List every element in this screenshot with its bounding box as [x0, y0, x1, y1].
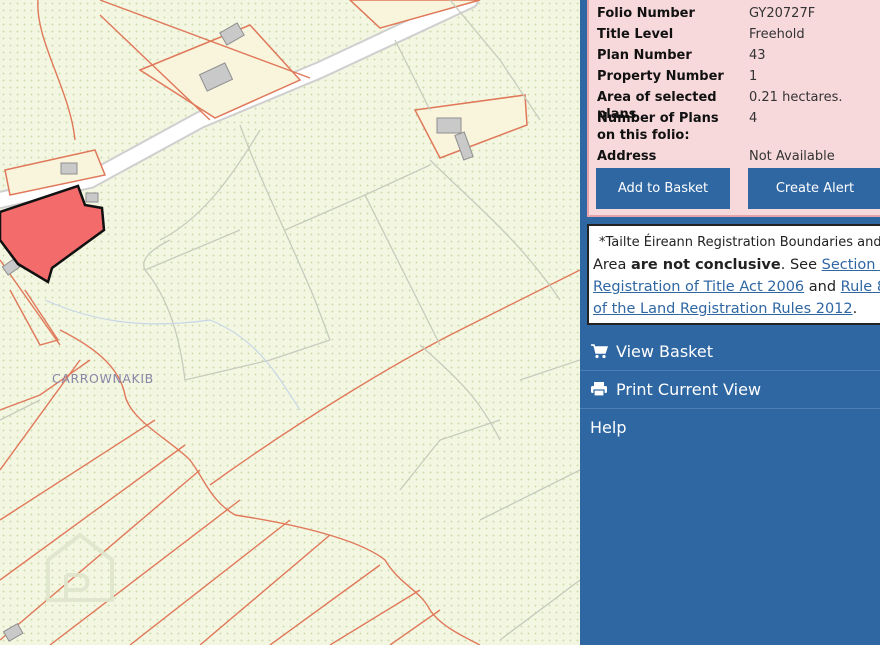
title-level-value: Freehold	[749, 27, 805, 42]
disclaimer-line3: Registration of Title Act 2006 and Rule …	[593, 276, 880, 298]
printer-icon	[591, 382, 607, 397]
plans-count-value: 4	[749, 111, 758, 126]
area-value: 0.21 hectares.	[749, 90, 843, 105]
property-number-value: 1	[749, 69, 758, 84]
section-62-link[interactable]: Section 62(2)	[822, 257, 880, 273]
cart-icon	[591, 344, 608, 359]
help-button[interactable]: Help	[580, 408, 880, 446]
title-level-label: Title Level	[597, 27, 674, 42]
address-value: Not Available	[749, 149, 835, 164]
disclaimer-not-conclusive: are not conclusive	[630, 257, 781, 273]
view-basket-button[interactable]: View Basket	[580, 332, 880, 370]
side-panel: Folio Number GY20727F Title Level Freeho…	[580, 0, 880, 645]
disclaimer-line4: of the Land Registration Rules 2012.	[593, 298, 880, 320]
rule-8-link[interactable]: Rule 8	[841, 279, 880, 295]
folio-number-label: Folio Number	[597, 6, 695, 21]
registration-act-link[interactable]: Registration of Title Act 2006	[593, 279, 804, 295]
property-number-label: Property Number	[597, 69, 724, 84]
land-registration-rules-link[interactable]: of the Land Registration Rules 2012	[593, 301, 853, 317]
disclaimer-and: and	[804, 279, 841, 295]
plan-number-value: 43	[749, 48, 766, 63]
map-drawing	[0, 0, 580, 645]
disclaimer-end: .	[852, 301, 858, 317]
create-alert-button[interactable]: Create Alert	[748, 168, 880, 209]
disclaimer-box: *Tailte Éireann Registration Boundaries …	[587, 224, 880, 325]
disclaimer-line1: *Tailte Éireann Registration Boundaries …	[599, 235, 880, 250]
townland-label: CARROWNAKIB	[52, 371, 154, 386]
add-to-basket-button[interactable]: Add to Basket	[596, 168, 730, 209]
map-view[interactable]: CARROWNAKIB	[0, 0, 580, 645]
stream	[44, 299, 301, 411]
folio-info-box: Folio Number GY20727F Title Level Freeho…	[587, 0, 880, 217]
address-label: Address	[597, 149, 657, 164]
view-basket-label: View Basket	[616, 341, 713, 361]
disclaimer-area: Area	[593, 257, 631, 273]
field-lines	[0, 0, 580, 641]
boundaries	[0, 0, 580, 645]
print-view-label: Print Current View	[616, 379, 762, 399]
plans-count-label: Number of Plans on this folio:	[597, 111, 719, 143]
disclaimer-see: . See	[780, 257, 822, 273]
plan-number-label: Plan Number	[597, 48, 692, 63]
disclaimer-line2: Area are not conclusive. See Section 62(…	[593, 254, 880, 276]
buildings	[1, 22, 474, 642]
folio-number-value: GY20727F	[749, 6, 816, 21]
print-view-button[interactable]: Print Current View	[580, 370, 880, 408]
help-label: Help	[590, 417, 627, 437]
